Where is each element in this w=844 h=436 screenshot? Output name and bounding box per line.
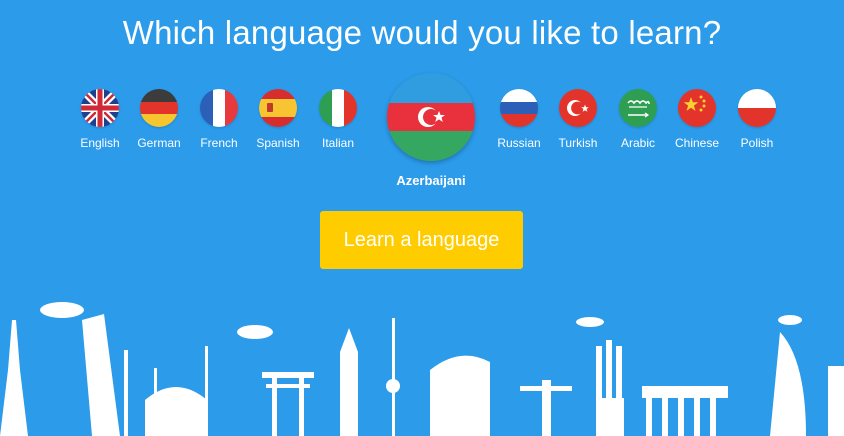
- learn-a-language-button[interactable]: Learn a language: [320, 211, 523, 269]
- language-option-italian[interactable]: Italian: [303, 89, 373, 150]
- turkish-flag-icon: [559, 89, 597, 127]
- azerbaijan-flag-icon: [387, 73, 475, 161]
- spanish-flag-icon: [259, 89, 297, 127]
- german-flag-icon: [140, 89, 178, 127]
- language-label: Italian: [321, 136, 355, 150]
- russian-flag-icon: [500, 89, 538, 127]
- page-title: Which language would you like to learn?: [122, 14, 722, 51]
- french-flag-icon: [200, 89, 238, 127]
- language-label: Polish: [740, 136, 774, 150]
- uk-flag-icon: [81, 89, 119, 127]
- language-option-azerbaijani[interactable]: Azerbaijani: [381, 73, 481, 188]
- language-label: Azerbaijani: [396, 173, 466, 188]
- language-option-polish[interactable]: Polish: [722, 89, 792, 150]
- polish-flag-icon: [738, 89, 776, 127]
- chinese-flag-icon: [678, 89, 716, 127]
- saudi-flag-icon: [619, 89, 657, 127]
- italian-flag-icon: [319, 89, 357, 127]
- city-skyline-illustration: [0, 302, 844, 436]
